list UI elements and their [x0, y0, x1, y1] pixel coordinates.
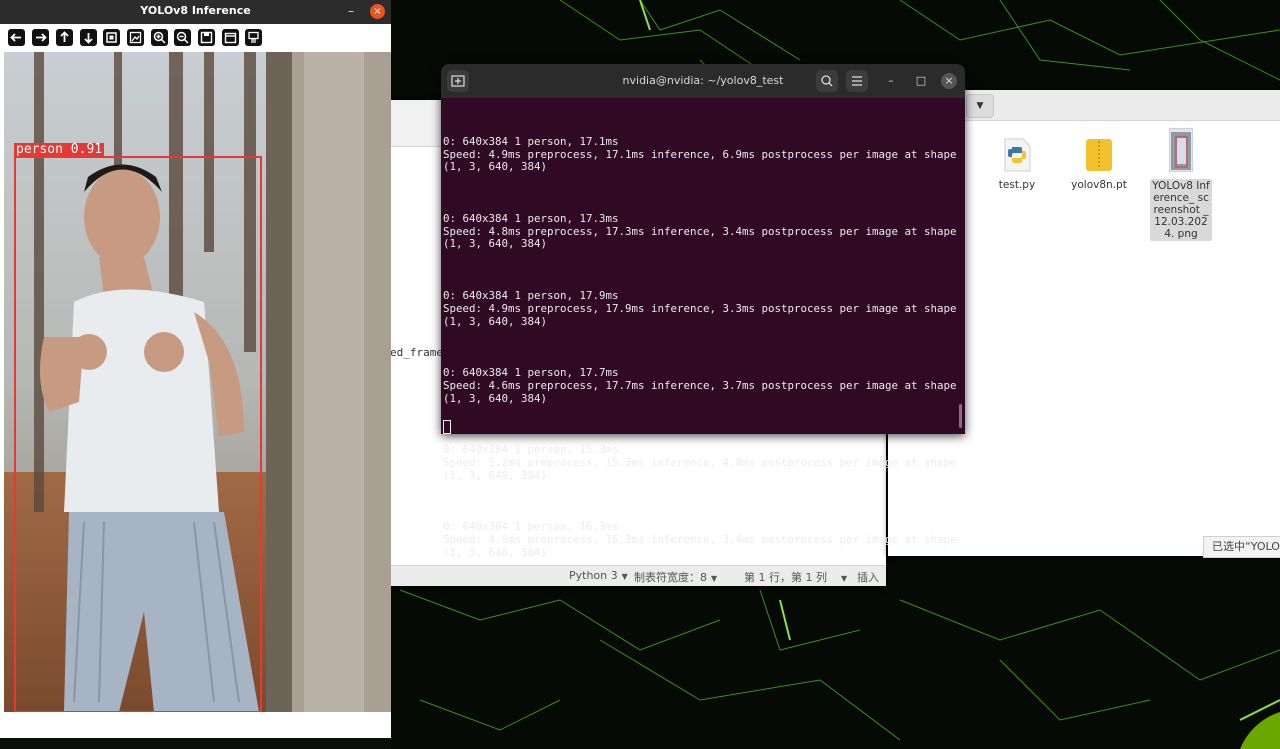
detection-bounding-box	[14, 156, 262, 713]
view-options-button[interactable]: ▼	[966, 94, 994, 118]
log-entry: 0: 640x384 1 person, 16.3ms Speed: 4.9ms …	[443, 520, 957, 559]
properties-icon[interactable]	[222, 29, 239, 46]
save-icon[interactable]	[198, 29, 215, 46]
log-entry: 0: 640x384 1 person, 17.7ms Speed: 4.6ms …	[443, 365, 957, 405]
terminal-cursor	[443, 420, 451, 434]
editor-text-fragment[interactable]: ed_frame	[390, 346, 443, 359]
terminal-scrollbar[interactable]	[959, 404, 962, 428]
zoom-out-icon[interactable]	[174, 29, 191, 46]
file-name: test.py	[998, 179, 1036, 191]
file-item-test-py[interactable]: test.py	[986, 138, 1048, 191]
zoom-fit-icon[interactable]	[103, 29, 120, 46]
log-entry: 0: 640x384 1 person, 17.9ms Speed: 4.9ms …	[443, 288, 957, 328]
arrow-down-icon[interactable]	[80, 29, 97, 46]
yolo-titlebar: YOLOv8 Inference – ×	[0, 0, 391, 24]
minimize-button[interactable]: –	[348, 4, 354, 18]
arrow-right-icon[interactable]	[32, 29, 49, 46]
image-thumbnail-icon	[1168, 127, 1194, 173]
zoom-region-icon[interactable]	[127, 29, 144, 46]
maximize-icon[interactable]: □	[913, 73, 929, 89]
zoom-in-icon[interactable]	[151, 29, 168, 46]
yolo-inference-window[interactable]: YOLOv8 Inference – × person 0.91	[0, 0, 391, 749]
file-item-screenshot[interactable]: YOLOv8 Inference_ screenshot _ 12.03.202…	[1150, 127, 1212, 241]
minimize-icon[interactable]: –	[883, 73, 899, 89]
file-name: yolov8n.pt	[1071, 179, 1127, 191]
close-icon[interactable]: ×	[941, 73, 957, 89]
file-item-yolov8n-pt[interactable]: yolov8n.pt	[1068, 138, 1130, 191]
search-icon[interactable]	[816, 70, 838, 92]
log-entry: 0: 640x384 1 person, 17.3ms Speed: 4.8ms …	[443, 211, 957, 251]
python-file-icon	[1004, 138, 1031, 172]
arrow-left-icon[interactable]	[8, 29, 25, 46]
terminal-output[interactable]: 0: 640x384 1 person, 17.1ms Speed: 4.9ms …	[443, 110, 957, 598]
archive-file-icon	[1086, 139, 1112, 171]
log-entry: 0: 640x384 1 person, 15.3ms Speed: 5.2ms …	[443, 442, 957, 482]
hamburger-menu-icon[interactable]	[846, 70, 868, 92]
close-button[interactable]: ×	[370, 4, 385, 19]
window-title: YOLOv8 Inference	[140, 4, 251, 17]
log-entry: 0: 640x384 1 person, 17.1ms Speed: 4.9ms …	[443, 134, 957, 174]
image-toolbar	[0, 24, 391, 52]
selection-status: 已选中“YOLOv	[1203, 536, 1280, 558]
yolo-status-area	[0, 712, 391, 749]
terminal-window[interactable]: nvidia@nvidia: ~/yolov8_test – □ × 0: 64…	[441, 64, 965, 559]
arrow-up-icon[interactable]	[56, 29, 73, 46]
expanded-panel-icon[interactable]	[245, 29, 262, 46]
file-name: YOLOv8 Inference_ screenshot _ 12.03.202…	[1150, 179, 1212, 241]
detection-label: person 0.91	[14, 142, 105, 157]
terminal-titlebar: nvidia@nvidia: ~/yolov8_test – □ ×	[441, 64, 965, 98]
